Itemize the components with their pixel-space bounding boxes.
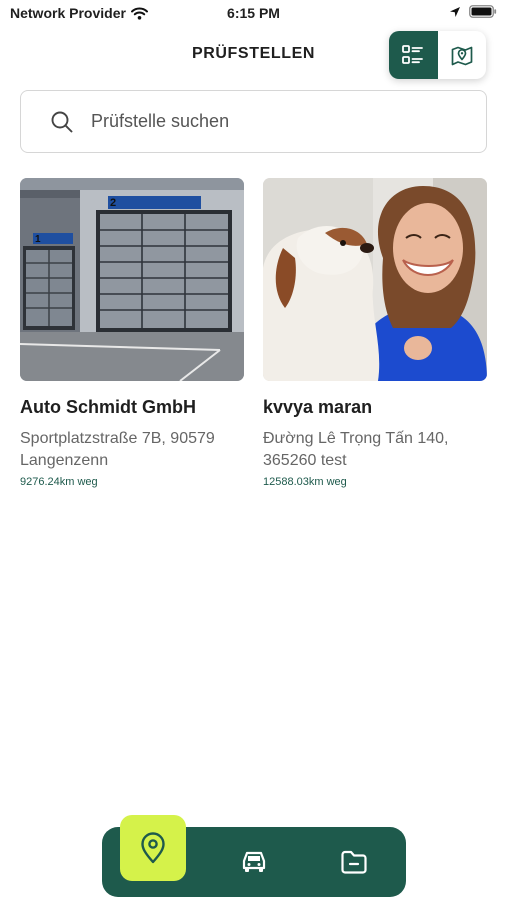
station-image: 1 2 (20, 178, 244, 381)
search-icon (51, 111, 73, 132)
station-card[interactable]: kvvya maran Đường Lê Trọng Tấn 140, 3652… (263, 178, 487, 488)
station-distance: 12588.03km weg (263, 476, 347, 488)
status-bar: Network Provider 6:15 PM (0, 0, 507, 28)
map-icon (451, 46, 473, 66)
bottom-nav (102, 815, 406, 897)
station-card[interactable]: 1 2 Auto Schmidt GmbH Sportplatzstraße 7… (20, 178, 244, 488)
bay-number-1: 1 (35, 234, 41, 245)
woman-with-dog-photo (263, 178, 487, 381)
station-address: Sportplatzstraße 7B, 90579 Langenzenn (20, 430, 215, 469)
station-image (263, 178, 487, 381)
location-arrow-icon (450, 6, 460, 17)
view-toggle (389, 31, 486, 79)
battery-icon (469, 5, 497, 18)
station-name: kvvya maran (263, 397, 373, 417)
search-input[interactable] (91, 111, 451, 132)
station-distance: 9276.24km weg (20, 476, 98, 488)
map-view-button[interactable] (438, 31, 487, 79)
location-pin-icon (141, 832, 165, 864)
status-time: 6:15 PM (227, 5, 280, 21)
list-icon (402, 45, 424, 64)
search-box (20, 90, 487, 153)
garage-photo: 1 2 (20, 178, 244, 381)
car-icon (242, 851, 266, 872)
folder-icon (341, 850, 367, 874)
nav-item-vehicles[interactable] (224, 827, 284, 897)
nav-item-documents[interactable] (324, 827, 384, 897)
nav-item-locations[interactable] (120, 815, 186, 881)
bay-number-2: 2 (110, 197, 116, 209)
list-view-button[interactable] (389, 31, 438, 79)
station-address: Đường Lê Trọng Tấn 140, 365260 test (263, 430, 449, 469)
status-right (449, 5, 497, 18)
station-name: Auto Schmidt GmbH (20, 397, 196, 417)
